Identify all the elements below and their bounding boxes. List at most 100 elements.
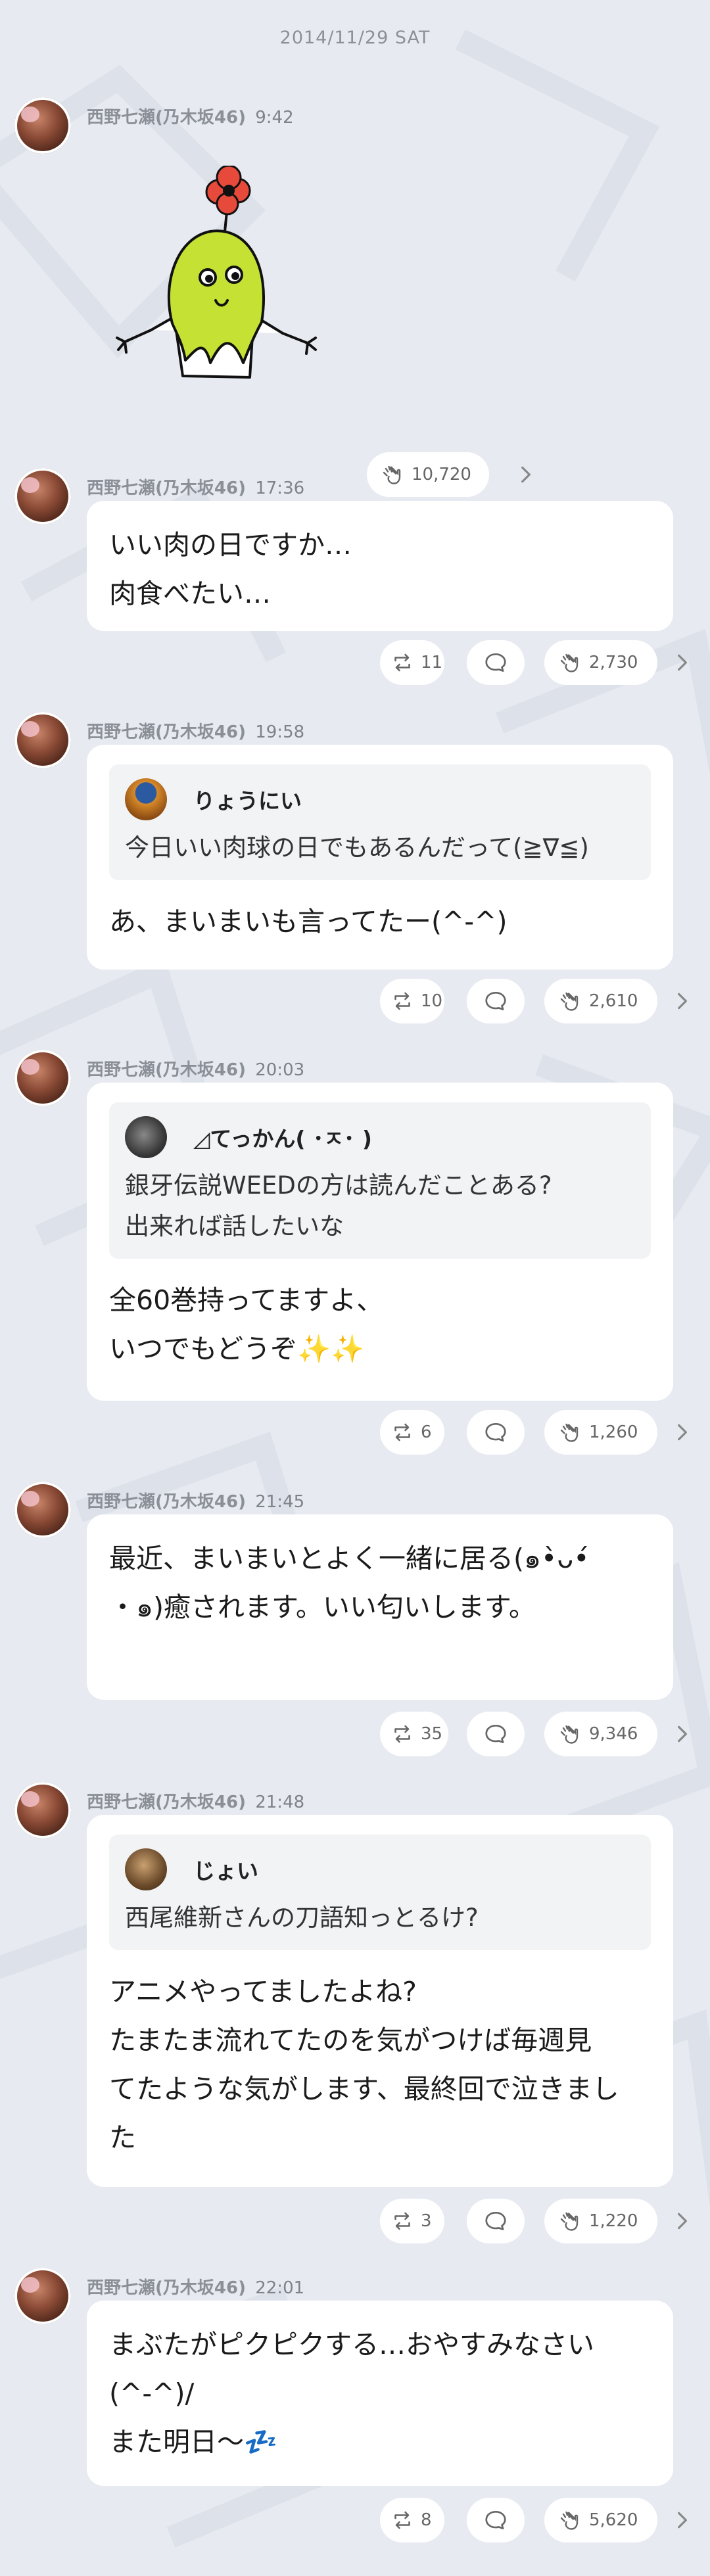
repost-icon — [394, 1423, 410, 1441]
author-name: 西野七瀬(乃木坂46) — [87, 108, 246, 128]
post-actions: 6 1,260 — [0, 1410, 710, 1455]
repost-icon — [394, 2511, 410, 2529]
clap-count: 1,220 — [589, 2211, 638, 2231]
post-meta: 西野七瀬(乃木坂46) 21:45 — [87, 1488, 304, 1512]
comment-icon — [485, 1724, 506, 1744]
author-name: 西野七瀬(乃木坂46) — [87, 1792, 246, 1812]
avatar[interactable] — [14, 1482, 71, 1538]
post-time: 21:48 — [255, 1792, 305, 1812]
quoted-message[interactable]: ◿てっかん( ･ㅈ･ ) 銀牙伝説WEEDの方は読んだことある? 出来れば話した… — [109, 1102, 651, 1259]
post-time: 19:58 — [255, 722, 305, 742]
post-time: 20:03 — [255, 1060, 305, 1080]
repost-button[interactable]: 35 — [380, 1712, 448, 1756]
avatar[interactable] — [14, 2268, 71, 2324]
chevron-right-icon[interactable] — [672, 2510, 693, 2531]
repost-count: 6 — [421, 1422, 432, 1442]
clap-count: 9,346 — [589, 1724, 638, 1744]
clap-icon — [560, 2511, 579, 2530]
quoted-user-name: りょうにい — [193, 788, 302, 814]
chevron-right-icon[interactable] — [672, 991, 693, 1012]
clap-count: 2,730 — [589, 653, 638, 672]
chevron-right-icon[interactable] — [672, 1723, 693, 1745]
post-time: 9:42 — [255, 108, 294, 128]
post-actions: 11 2,730 — [0, 640, 710, 685]
reply-button[interactable] — [467, 1712, 525, 1756]
comment-icon — [485, 2510, 506, 2530]
post-meta: 西野七瀬(乃木坂46) 9:42 — [87, 104, 294, 128]
post-meta: 西野七瀬(乃木坂46) 19:58 — [87, 718, 304, 743]
post-actions: 10 2,610 — [0, 979, 710, 1023]
post-meta: 西野七瀬(乃木坂46) 17:36 — [87, 475, 304, 499]
post-actions: 3 1,220 — [0, 2199, 710, 2243]
author-name: 西野七瀬(乃木坂46) — [87, 722, 246, 742]
message-bubble: じょい 西尾維新さんの刀語知っとるけ? アニメやってましたよね? たまたま流れて… — [87, 1815, 673, 2187]
chevron-right-icon[interactable] — [672, 1422, 693, 1443]
chevron-right-icon[interactable] — [672, 652, 693, 673]
clap-button[interactable]: 1,260 — [544, 1410, 657, 1455]
sticker-image[interactable] — [99, 166, 348, 389]
clap-count: 1,260 — [589, 1422, 638, 1442]
message-text: アニメやってましたよね? たまたま流れてたのを気がつけば毎週見 てたような気がし… — [109, 1976, 619, 2153]
reply-button[interactable] — [467, 1410, 525, 1455]
avatar[interactable] — [14, 712, 71, 768]
chevron-right-icon[interactable] — [515, 464, 536, 485]
clap-icon — [560, 653, 579, 672]
reply-button[interactable] — [467, 640, 525, 685]
post-meta: 西野七瀬(乃木坂46) 22:01 — [87, 2274, 304, 2299]
date-header: 2014/11/29 SAT — [279, 28, 431, 48]
avatar[interactable] — [14, 97, 71, 154]
comment-icon — [485, 2211, 506, 2231]
clap-count: 5,620 — [589, 2510, 638, 2530]
reply-button[interactable] — [467, 2199, 525, 2243]
repost-button[interactable]: 8 — [380, 2498, 444, 2542]
clap-icon — [560, 1725, 579, 1744]
post-actions: 8 5,620 — [0, 2498, 710, 2542]
clap-icon — [560, 992, 579, 1011]
chevron-right-icon[interactable] — [672, 2211, 693, 2232]
repost-count: 3 — [421, 2211, 432, 2231]
message-text: あ、まいまいも言ってたー(^-^) — [109, 906, 508, 937]
clap-icon — [560, 1423, 579, 1442]
quoted-avatar — [125, 1848, 167, 1890]
comment-icon — [485, 653, 506, 672]
repost-count: 11 — [421, 653, 443, 672]
repost-icon — [394, 992, 410, 1010]
post-actions: 35 9,346 — [0, 1712, 710, 1756]
author-name: 西野七瀬(乃木坂46) — [87, 1060, 246, 1080]
quoted-message[interactable]: りょうにい 今日いい肉球の日でもあるんだって(≧∇≦) — [109, 764, 651, 880]
clap-button[interactable]: 2,610 — [544, 979, 657, 1023]
avatar[interactable] — [14, 1050, 71, 1106]
quoted-message[interactable]: じょい 西尾維新さんの刀語知っとるけ? — [109, 1835, 651, 1950]
message-text: まぶたがピクピクする…おやすみなさい (^-^)/ また明日〜💤 — [109, 2329, 594, 2458]
repost-count: 10 — [421, 991, 443, 1011]
reply-button[interactable] — [467, 979, 525, 1023]
author-name: 西野七瀬(乃木坂46) — [87, 1492, 246, 1512]
quoted-text: 今日いい肉球の日でもあるんだって(≧∇≦) — [125, 833, 589, 862]
message-bubble: 最近、まいまいとよく一緒に居る(๑•̀ᴗ•́ ・๑)癒されます。いい匂いします。 — [87, 1514, 673, 1700]
message-bubble: りょうにい 今日いい肉球の日でもあるんだって(≧∇≦) あ、まいまいも言ってたー… — [87, 745, 673, 970]
reply-button[interactable] — [467, 2498, 525, 2542]
repost-button[interactable]: 6 — [380, 1410, 444, 1455]
message-bubble: まぶたがピクピクする…おやすみなさい (^-^)/ また明日〜💤 — [87, 2301, 673, 2486]
post-meta: 西野七瀬(乃木坂46) 20:03 — [87, 1056, 304, 1081]
repost-icon — [394, 2212, 410, 2230]
clap-button[interactable]: 10,720 — [367, 452, 489, 497]
clap-button[interactable]: 5,620 — [544, 2498, 657, 2542]
clap-button[interactable]: 9,346 — [544, 1712, 657, 1756]
repost-button[interactable]: 3 — [380, 2199, 444, 2243]
clap-button[interactable]: 1,220 — [544, 2199, 657, 2243]
quoted-avatar — [125, 778, 167, 820]
clap-count: 10,720 — [412, 465, 471, 484]
clap-button[interactable]: 2,730 — [544, 640, 657, 685]
repost-button[interactable]: 10 — [380, 979, 444, 1023]
author-name: 西野七瀬(乃木坂46) — [87, 479, 246, 498]
repost-button[interactable]: 11 — [380, 640, 444, 685]
repost-icon — [394, 1725, 410, 1743]
message-bubble: いい肉の日ですか… 肉食べたい… — [87, 501, 673, 631]
message-text: いい肉の日ですか… 肉食べたい… — [109, 529, 352, 609]
avatar[interactable] — [14, 1782, 71, 1838]
post-time: 22:01 — [255, 2278, 305, 2298]
avatar[interactable] — [14, 468, 71, 525]
clap-icon — [383, 465, 401, 484]
comment-icon — [485, 1422, 506, 1442]
